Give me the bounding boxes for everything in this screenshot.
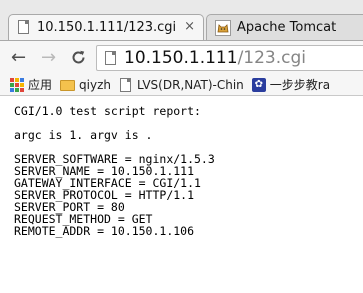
bookmark-baidu[interactable]: ✿ 一步步教ra (251, 76, 331, 93)
tab-title: 10.150.1.111/123.cgi (37, 20, 177, 35)
bookmark-label: LVS(DR,NAT)-Chin (136, 77, 244, 92)
url-host: 10.150.1.111 (124, 48, 238, 68)
reload-icon[interactable] (70, 49, 87, 66)
tomcat-icon (215, 19, 231, 36)
env-line: REMOTE_ADDR = 10.150.1.106 (14, 224, 195, 238)
toolbar: ← → 10.150.1.111/123.cgi (0, 40, 363, 74)
bookmark-label: 一步步教ra (269, 78, 331, 92)
folder-icon (60, 80, 76, 91)
page-icon (104, 50, 117, 66)
url-path: /123.cgi (237, 48, 307, 68)
args-line: argc is 1. argv is . (14, 128, 153, 142)
tab-apache-tomcat[interactable]: Apache Tomcat (206, 14, 363, 40)
page-content: CGI/1.0 test script report: argc is 1. a… (14, 105, 359, 237)
paw-icon: ✿ (251, 77, 266, 92)
tab-title: Apache Tomcat (237, 20, 337, 35)
tab-strip: 10.150.1.111/123.cgi × Apache Tomcat (0, 0, 363, 40)
apps-icon (10, 77, 24, 92)
url-text: 10.150.1.111/123.cgi (124, 48, 306, 68)
bookmark-lvs[interactable]: LVS(DR,NAT)-Chin (119, 77, 244, 92)
bookmark-label: qiyzh (79, 77, 111, 92)
forward-button[interactable]: → (41, 49, 56, 67)
tab-cgi[interactable]: 10.150.1.111/123.cgi × (8, 14, 204, 40)
page-icon (17, 19, 31, 36)
bookmarks-bar: 应用 qiyzh LVS(DR,NAT)-Chin ✿ 一步步教ra (0, 74, 363, 96)
back-button[interactable]: ← (11, 49, 26, 67)
page-icon (119, 77, 133, 92)
report-heading: CGI/1.0 test script report: (14, 104, 201, 118)
bookmark-folder-qiyzh[interactable]: qiyzh (60, 78, 111, 92)
close-icon[interactable]: × (184, 20, 195, 34)
address-bar[interactable]: 10.150.1.111/123.cgi (96, 45, 363, 71)
bookmark-label: 应用 (28, 78, 53, 92)
bookmark-apps[interactable]: 应用 (10, 76, 52, 93)
